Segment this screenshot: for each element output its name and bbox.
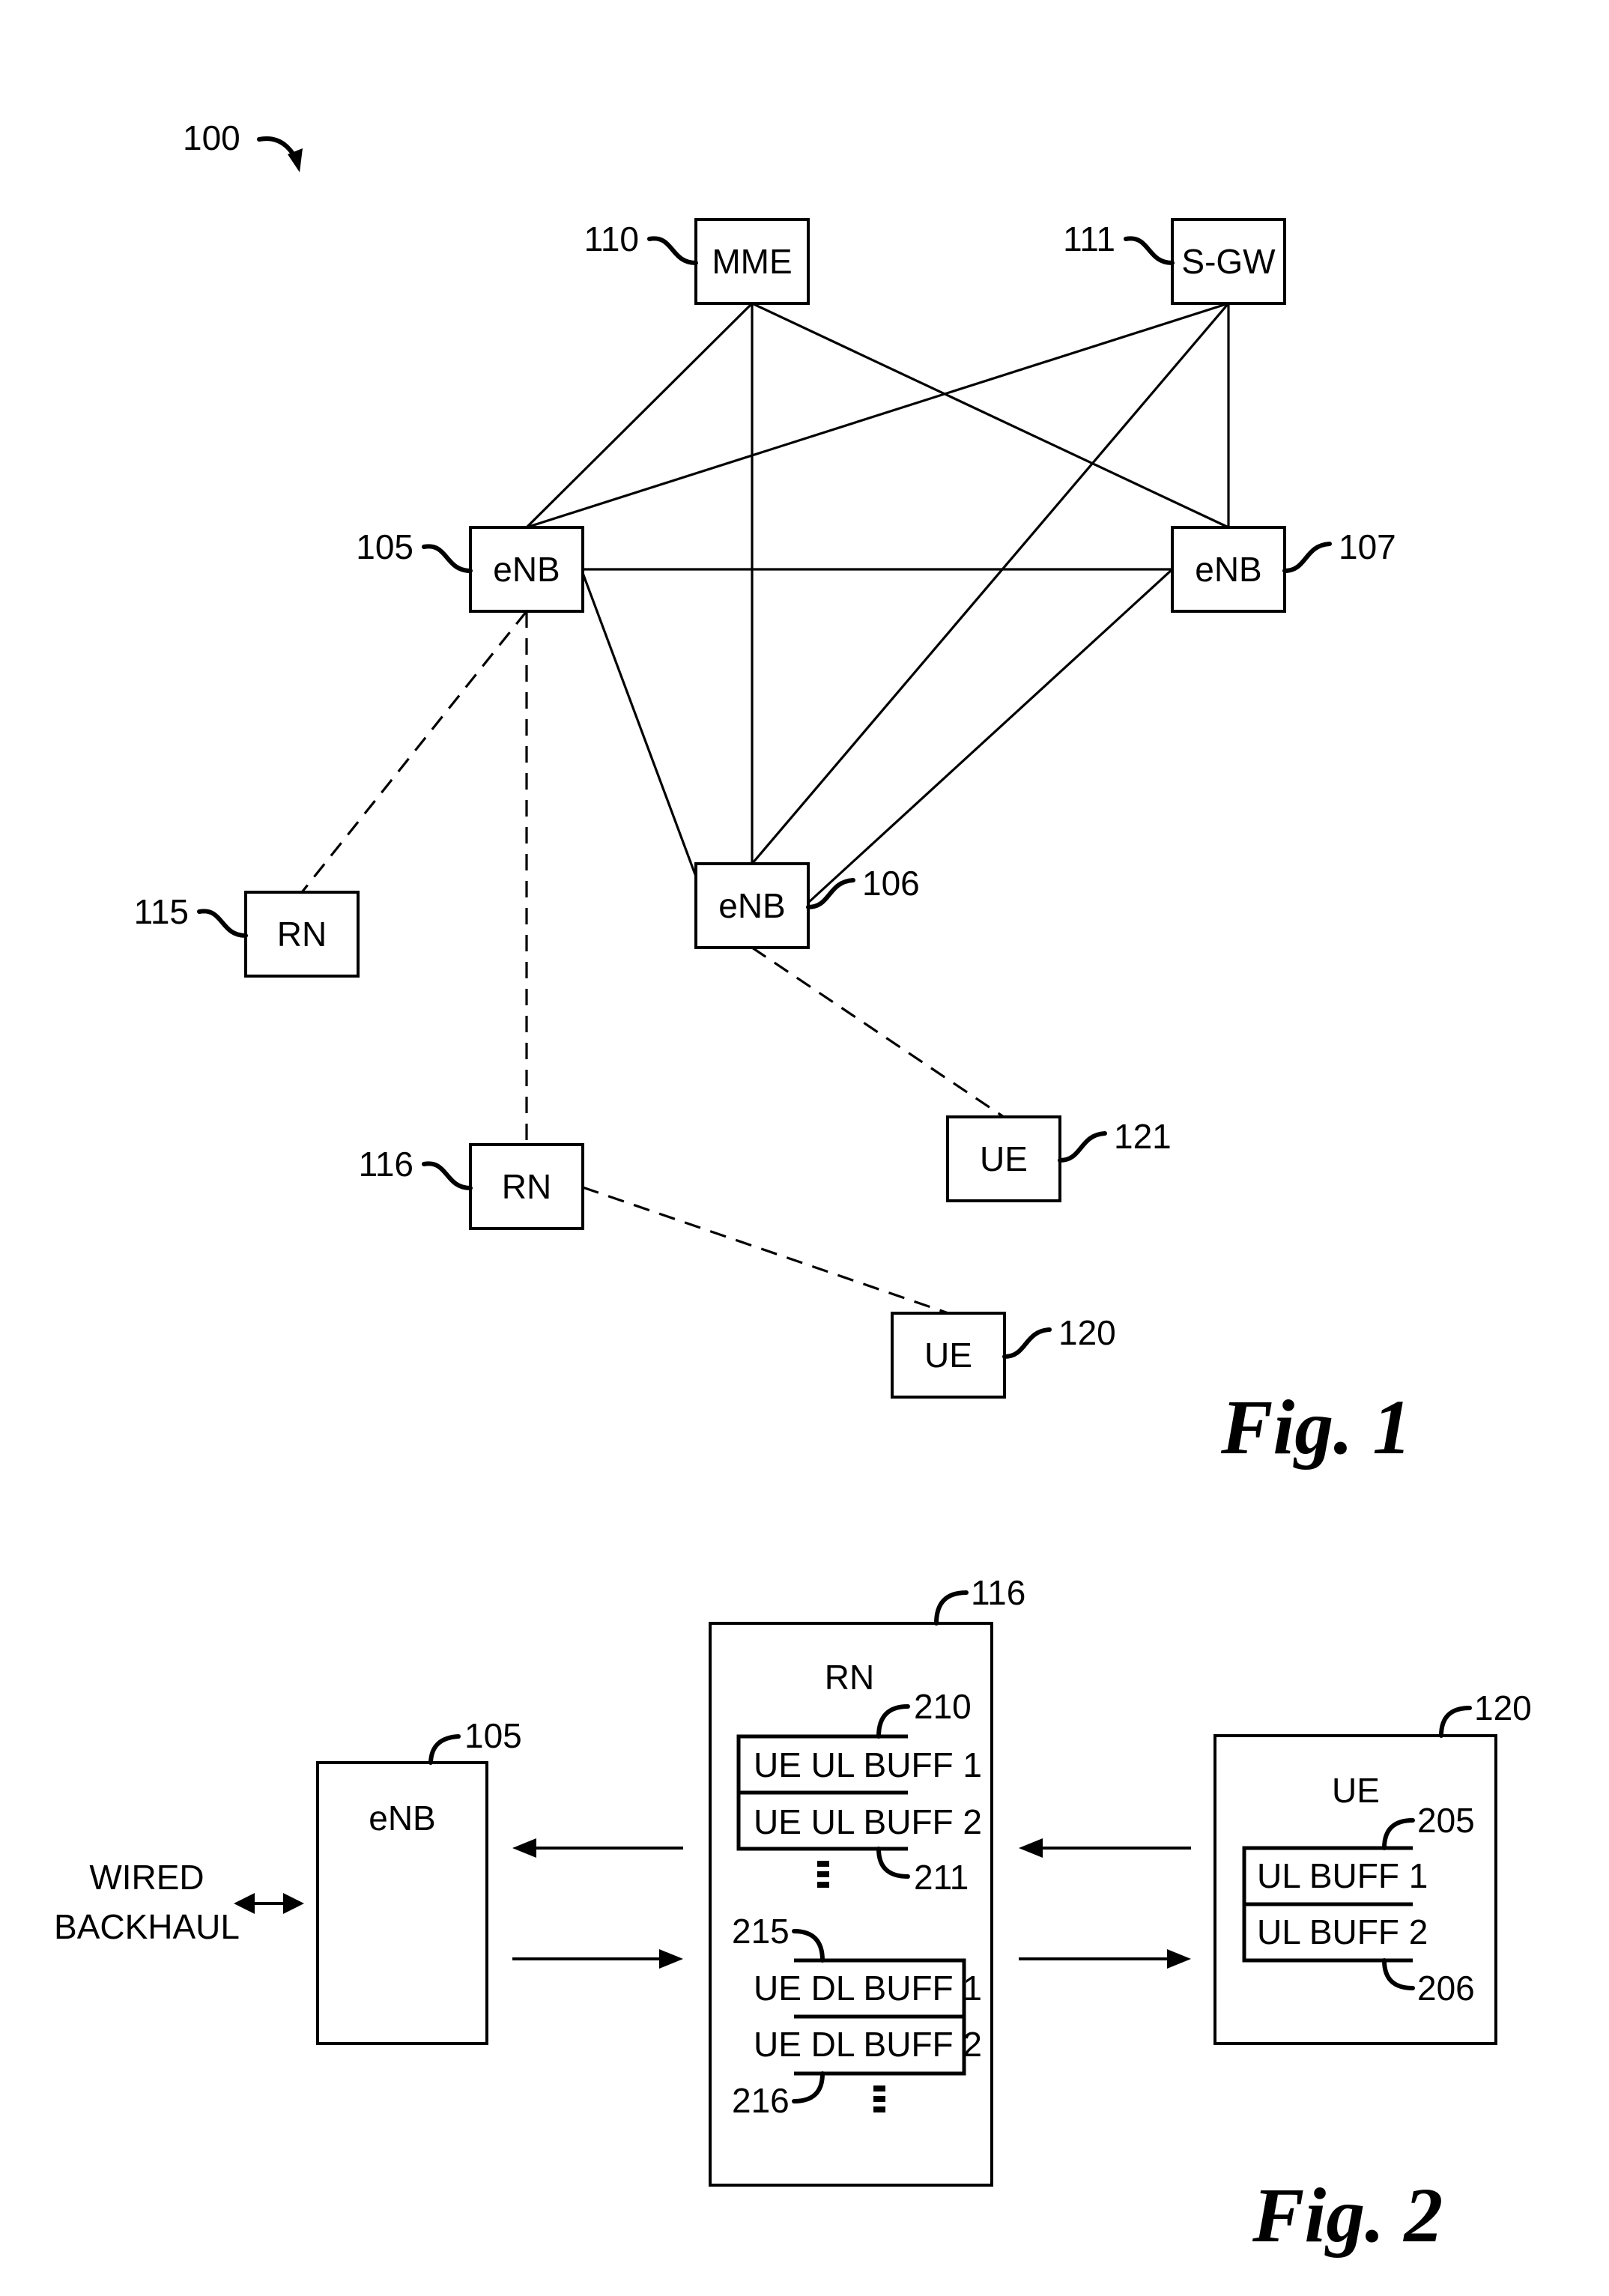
ul-buffer-1: UL BUFF 1 [1257,1856,1428,1895]
figure-2-caption: Fig. 2 [1252,2172,1443,2259]
figure-1-caption: Fig. 1 [1220,1384,1411,1470]
patent-drawing-canvas: 100 MME 110 S-GW 111 eNB 105 eNB 107 eNB 106 RN 115… [54,118,1532,2259]
node-label: UE [980,1139,1028,1178]
node-ref-leader [1002,1327,1052,1359]
node-ref-leader [197,909,248,938]
dl-buffer-ref-216: 216 [732,2081,790,2120]
dl-buffer-ref-215: 215 [732,1912,790,1951]
node-ue121: UE 121 [946,1115,1172,1202]
wireless-link-rn116-ue120 [582,1186,949,1315]
wired-backhaul-label-line1: WIRED [89,1858,204,1897]
node-enb106: eNB 106 [694,862,920,949]
node-ref: 121 [1114,1117,1172,1156]
node-ue120: UE 120 [891,1312,1116,1399]
enb-ref: 105 [464,1716,522,1755]
node-label: eNB [718,886,785,925]
wired-link-enb105-enb106 [581,572,697,877]
enb-label: eNB [369,1799,435,1838]
ul-buffer-ref-206: 206 [1417,1969,1475,2008]
node-ref: 110 [584,219,639,258]
ue-to-rn-arrow-icon [1019,1838,1191,1858]
wired-backhaul-label-line2: BACKHAUL [54,1907,240,1946]
ue-ref: 120 [1474,1688,1532,1727]
wireless-link-enb105-rn115 [300,611,528,893]
ul-buffer-ref-211: 211 [914,1858,969,1897]
ul-buffer-2: UL BUFF 2 [1257,1912,1428,1951]
wired-link-mme-enb105 [525,302,754,529]
node-ref: 120 [1058,1313,1116,1352]
node-enb105: eNB 105 [356,526,584,613]
ul-buffer-ref-210: 210 [914,1687,972,1726]
rn-label: RN [825,1658,874,1697]
wired-link-enb107-enb106 [807,568,1174,904]
enb-to-rn-arrow-icon [512,1949,683,1969]
dl-more-ellipsis-icon [873,2086,885,2112]
node-ref: 115 [134,892,189,931]
node-label: RN [502,1167,551,1206]
node-ref-leader [1124,236,1175,265]
node-ref-leader [806,878,855,909]
node-enb107: eNB 107 [1171,526,1396,613]
node-rn116: RN 116 [359,1143,584,1230]
rn-to-enb-arrow-icon [512,1838,683,1858]
node-label: eNB [493,550,560,589]
node-ref: 116 [359,1145,413,1184]
wired-link-mme-enb107 [751,302,1229,529]
wired-link-sgw-enb105 [526,302,1229,529]
wireless-link-enb106-ue121 [751,946,1005,1118]
node-rn115: RN 115 [134,891,360,978]
ul-more-ellipsis-icon [817,1861,829,1888]
fig2-rn-block: RN 116 UE UL BUFF 1 UE UL BUFF 2 210 211 [709,1573,1025,2187]
node-ref-leader [1282,542,1332,573]
node-ref-leader [1058,1131,1107,1163]
node-ref: 105 [356,527,413,566]
enb-ref-leader [428,1734,461,1765]
node-label: RN [277,915,327,954]
ue-dl-buffer-2: UE DL BUFF 2 [754,2025,982,2064]
node-label: S-GW [1181,242,1276,281]
node-ref-leader [422,544,473,573]
ue-ref-leader [1439,1706,1472,1738]
ue-ul-buffer-1: UE UL BUFF 1 [754,1745,982,1784]
ue-dl-buffer-1: UE DL BUFF 1 [754,1969,982,2008]
fig2-enb-block: eNB 105 [316,1716,522,2045]
rn-to-ue-arrow-icon [1019,1949,1191,1969]
node-mme: MME 110 [584,218,810,305]
node-label: MME [712,242,792,281]
node-ref-leader [647,236,698,265]
node-ref: 107 [1339,527,1396,566]
node-ref-leader [422,1161,473,1190]
rn-ref: 116 [971,1573,1025,1612]
fig2-ue-block: UE 120 UL BUFF 1 UL BUFF 2 205 206 [1213,1688,1532,2045]
node-label: eNB [1195,550,1261,589]
ul-buffer-ref-205: 205 [1417,1801,1475,1840]
figure-2-buffer-diagram: WIRED BACKHAUL eNB 105 RN 116 UE UL BUFF… [54,1573,1532,2259]
rn-ref-leader [934,1590,969,1626]
node-ref: 111 [1063,219,1115,258]
bidirectional-arrow-icon [234,1893,304,1914]
ue-label: UE [1332,1771,1380,1810]
node-ref: 106 [862,864,920,903]
figure-1-network-diagram: 100 MME 110 S-GW 111 eNB 105 eNB 107 eNB 106 RN 115… [134,118,1412,1470]
system-ref-label: 100 [183,118,240,157]
node-label: UE [924,1336,972,1375]
wired-links-layer [525,302,1230,904]
node-sgw: S-GW 111 [1063,218,1286,305]
ue-ul-buffer-2: UE UL BUFF 2 [754,1802,982,1841]
wireless-links-layer [300,611,1005,1315]
network-nodes-layer: MME 110 S-GW 111 eNB 105 eNB 107 eNB 106 RN 115 RN 11… [134,218,1396,1399]
